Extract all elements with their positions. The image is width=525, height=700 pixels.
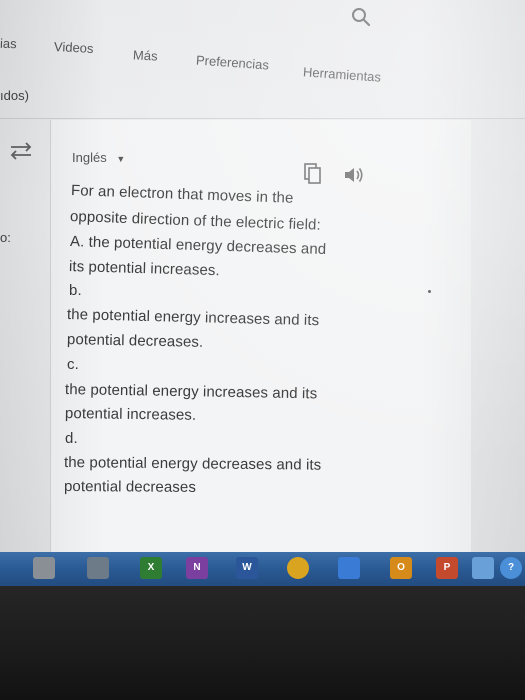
scroll-marker bbox=[428, 290, 431, 293]
header-divider bbox=[0, 118, 525, 119]
monitor-bezel bbox=[0, 586, 525, 700]
powerpoint-icon[interactable]: P bbox=[436, 557, 458, 579]
folder-icon[interactable] bbox=[33, 557, 55, 579]
media-icon[interactable] bbox=[338, 557, 360, 579]
chrome-icon[interactable] bbox=[287, 557, 309, 579]
swap-languages-icon[interactable] bbox=[8, 142, 34, 160]
excel-icon[interactable]: X bbox=[140, 557, 162, 579]
chevron-down-icon: ▼ bbox=[116, 154, 126, 164]
copy-icon[interactable] bbox=[303, 162, 323, 186]
tab-videos[interactable]: Videos bbox=[54, 39, 94, 56]
browser-screen: ias Videos Más Preferencias Herramientas… bbox=[0, 0, 525, 552]
translation-line: potential decreases bbox=[63, 478, 197, 496]
translation-line: b. bbox=[69, 282, 82, 299]
language-label: Inglés bbox=[72, 150, 107, 165]
help-icon[interactable]: ? bbox=[500, 557, 522, 579]
outlook-icon[interactable]: O bbox=[390, 557, 412, 579]
tab-fragment[interactable]: ias bbox=[0, 36, 17, 52]
translation-line: d. bbox=[65, 430, 78, 447]
search-icon[interactable] bbox=[350, 6, 372, 28]
calculator-icon[interactable] bbox=[87, 557, 109, 579]
speaker-icon[interactable] bbox=[343, 165, 365, 185]
left-text-fragment-2: o: bbox=[0, 230, 11, 245]
translation-line: the potential energy decreases and its bbox=[63, 454, 322, 474]
left-text-fragment: ıdos) bbox=[0, 88, 29, 103]
tab-preferencias[interactable]: Preferencias bbox=[196, 52, 270, 72]
word-icon[interactable]: W bbox=[236, 557, 258, 579]
language-select[interactable]: Inglés ▼ bbox=[72, 150, 125, 165]
tab-herramientas[interactable]: Herramientas bbox=[303, 64, 382, 84]
taskbar: X N W O P? bbox=[0, 552, 525, 586]
translation-line: potential decreases. bbox=[66, 331, 204, 351]
translation-line: c. bbox=[67, 356, 79, 373]
translation-line: potential increases. bbox=[64, 405, 197, 424]
paint-icon[interactable] bbox=[472, 557, 494, 579]
tab-mas[interactable]: Más bbox=[133, 47, 158, 63]
onenote-icon[interactable]: N bbox=[186, 557, 208, 579]
